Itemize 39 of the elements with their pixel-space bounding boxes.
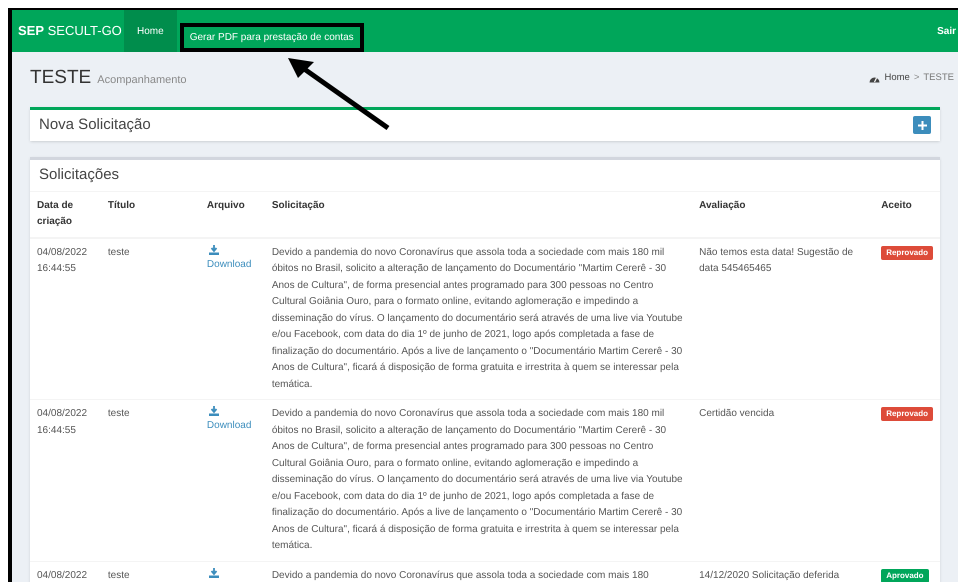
evaluation-text: 14/12/2020 Solicitação deferida [699,568,840,582]
title-text: teste [108,570,130,580]
download-link[interactable]: Download [206,406,258,434]
column-header: Solicitação [272,200,325,210]
download-icon [208,244,219,254]
column-header: Data de criação [37,200,74,227]
brand-link[interactable]: SEP SECULT-GO [12,21,124,41]
request-text: Devido a pandemia do novo Coronavírus que assola toda a sociedade com mais 180 [272,568,650,582]
status-badge: Reprovado [881,407,933,421]
page-subtitle: Acompanhamento [97,73,187,88]
breadcrumb-current: TESTE [923,71,954,86]
evaluation-text: Certidão vencida [699,407,776,421]
download-icon [208,406,219,416]
download-link[interactable]: Download [206,244,258,273]
column-header: Avaliação [699,200,746,210]
column-header: Aceito [881,200,912,210]
breadcrumb-separator: > [914,71,920,86]
download-icon [208,568,219,578]
plus-icon [918,120,926,130]
status-badge: Reprovado [881,246,933,260]
add-button[interactable] [913,116,931,134]
date-text: 04/08/2022 16:44:55 [37,246,88,274]
date-text: 04/08/2022 [37,570,88,580]
status-badge: Aprovado [881,568,929,582]
request-text: Devido a pandemia do novo Coronavírus que assola toda a sociedade com mais 180 mil óbitos no Brasil, solicito a alteração de lançamento do Documentário "Martim Cererê - 30 Anos de Cultura", de forma presencial antes programado para 300 pessoas no Centro Cultural Goiânia Ouro, para o formato online, evitando aglomeração e impedindo a disseminação do vírus. O lançamento do documentário será através de uma live via Youtube e/ou Facebook, com data do dia 1º de junho de 2021, logo após completada a fase de finalização do documentário. Após a live de lançamento o "Documentário Martim Cererê - 30 Anos de Cultura", ficará á disposição de forma gratuita e irrestrita à quem se interessar pela temática. [272,246,684,392]
column-header: Arquivo [206,200,245,210]
title-text: teste [108,408,130,419]
breadcrumb-link[interactable]: Home [884,71,910,86]
title-text: teste [108,246,130,258]
column-header: Título [108,200,136,210]
box-title: Nova Solicitação [39,114,151,135]
page-title: TESTE [30,66,92,90]
date-text: 04/08/2022 16:44:55 [37,408,88,436]
request-text: Devido a pandemia do novo Coronavírus que assola toda a sociedade com mais 180 mil óbitos no Brasil, solicito a alteração de lançamento do Documentário "Martim Cererê - 30 Anos de Cultura", de forma presencial antes programado para 300 pessoas no Centro Cultural Goiânia Ouro, para o formato online, evitando aglomeração e impedindo a disseminação do vírus. O lançamento do documentário será através de uma live via Youtube e/ou Facebook, com data do dia 1º de junho de 2021, logo após completada a fase de finalização do documentário. Após a live de lançamento o "Documentário Martim Cererê - 30 Anos de Cultura", ficará á disposição de forma gratuita e irrestrita à quem se interessar pela temática. [272,407,684,553]
evaluation-text: Não temos esta data! Sugestão de data 545465465 [699,246,854,276]
logout-link[interactable]: Sair [937,10,958,52]
nav-link[interactable]: Home [124,10,177,52]
nav-link[interactable]: Gerar PDF para prestação de contas [180,23,364,52]
box-title: Solicitações [39,164,120,185]
